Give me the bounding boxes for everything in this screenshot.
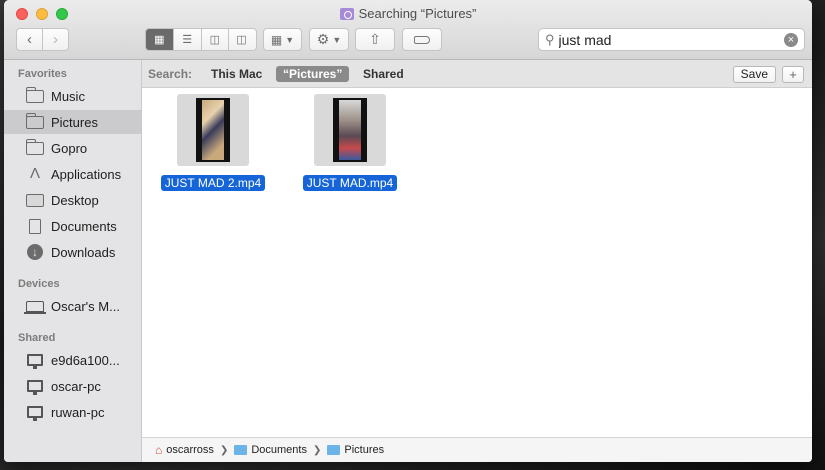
share-icon: ⇧ (369, 31, 381, 47)
search-icon: ⚲ (545, 31, 555, 47)
toolbar: Searching “Pictures” ‹ › ▦ ☰ ◫ ◫ ▦ ▼ ⚙ ▼… (4, 0, 812, 60)
sidebar-item-label: oscar-pc (51, 378, 101, 394)
sidebar-item-gopro[interactable]: Gopro (4, 136, 141, 160)
search-scope-label: Search: (148, 66, 193, 81)
folder-icon (25, 138, 44, 155)
arrange-button[interactable]: ▦ ▼ (263, 28, 302, 51)
sidebar-item-label: Gopro (51, 140, 88, 156)
search-field[interactable]: ⚲ × (538, 28, 805, 51)
search-input[interactable] (558, 31, 784, 48)
document-icon (26, 218, 44, 234)
sidebar-heading-shared: Shared (18, 332, 56, 344)
sidebar-item-desktop[interactable]: Desktop (4, 188, 141, 212)
tags-button[interactable] (402, 28, 442, 51)
sidebar-item-applications[interactable]: Λ Applications (4, 162, 141, 186)
sidebar-item-e9d6a100[interactable]: e9d6a100... (4, 348, 141, 372)
sidebar-heading-devices: Devices (18, 278, 60, 290)
laptop-icon (24, 299, 46, 314)
finder-window: Searching “Pictures” ‹ › ▦ ☰ ◫ ◫ ▦ ▼ ⚙ ▼… (4, 0, 812, 462)
search-scope-bar: Search: This Mac “Pictures” Shared Save … (142, 60, 812, 88)
sidebar-item-oscar-pc[interactable]: oscar-pc (4, 374, 141, 398)
smart-folder-icon (339, 7, 354, 20)
add-criteria-button[interactable]: + (782, 66, 804, 83)
sidebar-item-ruwan-pc[interactable]: ruwan-pc (4, 400, 141, 424)
sidebar-item-music[interactable]: Music (4, 84, 141, 108)
sidebar-item-label: Documents (51, 218, 117, 234)
navigation-buttons: ‹ › (16, 28, 69, 51)
sidebar-item-label: Oscar's M... (51, 298, 120, 314)
grid-icon: ▦ (270, 32, 283, 47)
sidebar-item-label: e9d6a100... (51, 352, 120, 368)
sidebar-item-label: Desktop (51, 192, 99, 208)
sidebar-item-pictures[interactable]: Pictures (4, 110, 141, 134)
clear-search-icon[interactable]: × (784, 32, 798, 47)
path-segment-label: Pictures (344, 444, 385, 456)
sidebar: Favorites Music Pictures Gopro Λ Applica… (4, 60, 142, 462)
path-separator-icon: ❯ (312, 444, 322, 456)
scope-pictures-button[interactable]: “Pictures” (276, 65, 350, 82)
list-view-button[interactable]: ☰ (174, 29, 202, 50)
file-name-label: JUST MAD 2.mp4 (160, 175, 266, 191)
sidebar-item-label: Downloads (51, 244, 116, 260)
folder-icon (234, 445, 248, 455)
view-mode-control: ▦ ☰ ◫ ◫ (145, 28, 257, 51)
file-item[interactable]: JUST MAD 2.mp4 (158, 94, 268, 191)
chevron-down-icon: ▼ (285, 34, 295, 45)
path-segment-documents[interactable]: Documents (234, 444, 307, 456)
monitor-icon (26, 405, 44, 421)
file-thumbnail-frame (177, 94, 249, 166)
sidebar-item-downloads[interactable]: ↓ Downloads (4, 240, 141, 264)
applications-icon: Λ (29, 165, 41, 182)
path-segment-home[interactable]: ⌂ oscarross (155, 443, 214, 457)
sidebar-heading-favorites: Favorites (18, 68, 67, 80)
chevron-down-icon: ▼ (332, 34, 342, 45)
sidebar-item-label: Music (51, 88, 85, 104)
cover-flow-view-button[interactable]: ◫ (229, 29, 256, 50)
path-bar: ⌂ oscarross ❯ Documents ❯ Pictures (142, 437, 812, 462)
scope-shared-button[interactable]: Shared (356, 66, 411, 82)
folder-icon (327, 445, 341, 455)
sidebar-item-label: ruwan-pc (51, 404, 105, 420)
sidebar-item-label: Applications (51, 166, 122, 182)
column-view-button[interactable]: ◫ (202, 29, 230, 50)
monitor-icon (26, 353, 44, 369)
file-results-area: JUST MAD 2.mp4 JUST MAD.mp4 (142, 89, 812, 436)
monitor-icon (26, 379, 44, 395)
file-name-label: JUST MAD.mp4 (302, 175, 398, 191)
action-button[interactable]: ⚙ ▼ (309, 28, 349, 51)
video-thumbnail-icon (196, 98, 230, 162)
download-icon: ↓ (26, 244, 44, 260)
sidebar-item-oscars-mac[interactable]: Oscar's M... (4, 294, 141, 318)
icon-view-button[interactable]: ▦ (146, 29, 174, 50)
save-search-button[interactable]: Save (732, 66, 776, 83)
window-title: Searching “Pictures” (358, 6, 477, 21)
path-separator-icon: ❯ (219, 444, 229, 456)
video-thumbnail-icon (333, 98, 367, 162)
tag-icon (414, 35, 430, 44)
forward-button[interactable]: › (43, 29, 68, 50)
home-icon: ⌂ (155, 443, 163, 457)
file-thumbnail-frame (314, 94, 386, 166)
path-segment-label: oscarross (166, 444, 214, 456)
folder-icon (25, 86, 44, 103)
folder-icon (25, 112, 44, 129)
sidebar-item-documents[interactable]: Documents (4, 214, 141, 238)
desktop-icon (26, 193, 44, 207)
path-segment-label: Documents (251, 444, 307, 456)
gear-icon: ⚙ (316, 31, 330, 47)
share-button[interactable]: ⇧ (355, 28, 395, 51)
sidebar-item-label: Pictures (51, 114, 98, 130)
back-button[interactable]: ‹ (17, 29, 43, 50)
scope-this-mac-button[interactable]: This Mac (204, 66, 269, 82)
path-segment-pictures[interactable]: Pictures (327, 444, 384, 456)
window-title-area: Searching “Pictures” (4, 6, 812, 21)
file-item[interactable]: JUST MAD.mp4 (295, 94, 405, 191)
